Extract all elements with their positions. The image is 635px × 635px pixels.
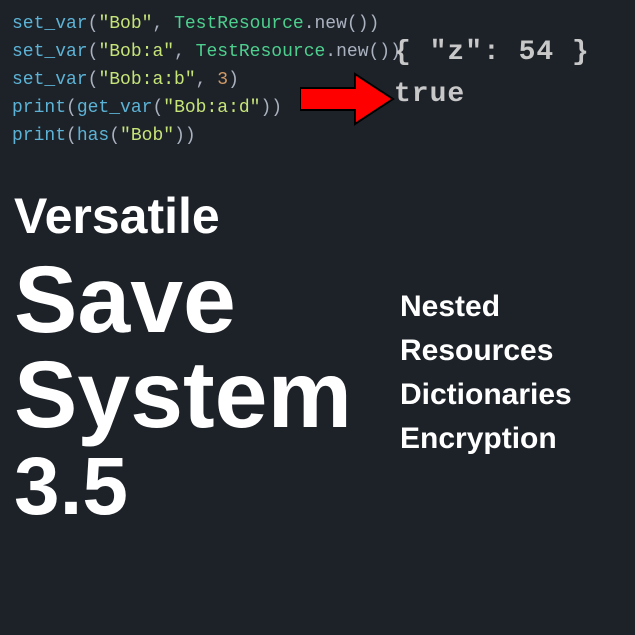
arrow-icon	[300, 72, 395, 126]
suffix: .new())	[304, 14, 380, 34]
paren: (	[66, 126, 77, 146]
paren: ))	[260, 98, 282, 118]
class-token: TestResource	[174, 14, 304, 34]
paren: (	[66, 98, 77, 118]
string-token: "Bob"	[120, 126, 174, 146]
suffix: .new())	[325, 42, 401, 62]
feature-list: Nested Resources Dictionaries Encryption	[400, 285, 572, 461]
fn-token: get_var	[77, 98, 153, 118]
paren: )	[228, 70, 239, 90]
code-line-5: print(has("Bob"))	[12, 122, 623, 150]
number-token: 3	[217, 70, 228, 90]
string-token: "Bob:a:d"	[163, 98, 260, 118]
paren: (	[88, 70, 99, 90]
fn-token: has	[77, 126, 109, 146]
comma: ,	[174, 42, 196, 62]
feature-nested: Nested	[400, 285, 572, 329]
string-token: "Bob"	[98, 14, 152, 34]
title-save: Save	[14, 251, 352, 351]
paren: ))	[174, 126, 196, 146]
paren: (	[88, 14, 99, 34]
output-line-1: { "z": 54 }	[394, 32, 590, 74]
title-system: System	[14, 346, 352, 446]
comma: ,	[196, 70, 218, 90]
title-versatile: Versatile	[14, 190, 352, 243]
fn-token: print	[12, 98, 66, 118]
fn-token: set_var	[12, 14, 88, 34]
output-line-2: true	[394, 74, 590, 116]
fn-token: set_var	[12, 42, 88, 62]
title-block: Versatile Save System 3.5	[14, 190, 352, 530]
paren: (	[88, 42, 99, 62]
output-block: { "z": 54 } true	[394, 32, 590, 116]
paren: (	[152, 98, 163, 118]
string-token: "Bob:a:b"	[98, 70, 195, 90]
title-version: 3.5	[14, 444, 352, 530]
class-token: TestResource	[196, 42, 326, 62]
string-token: "Bob:a"	[98, 42, 174, 62]
feature-dictionaries: Dictionaries	[400, 373, 572, 417]
fn-token: set_var	[12, 70, 88, 90]
paren: (	[109, 126, 120, 146]
feature-resources: Resources	[400, 329, 572, 373]
feature-encryption: Encryption	[400, 417, 572, 461]
comma: ,	[152, 14, 174, 34]
fn-token: print	[12, 126, 66, 146]
